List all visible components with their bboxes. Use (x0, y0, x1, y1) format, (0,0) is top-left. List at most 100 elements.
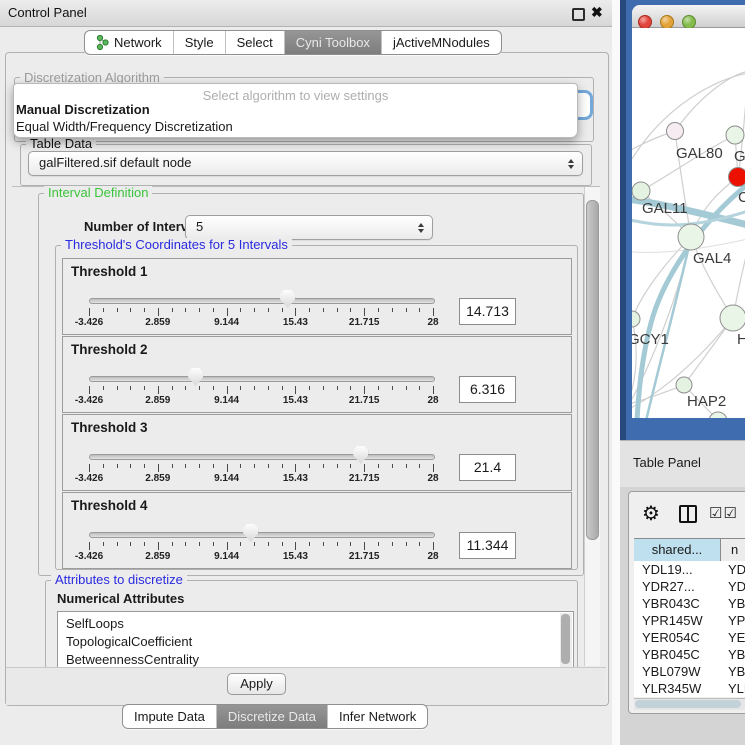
slider-tick (185, 542, 186, 546)
cell-shared-name[interactable]: YLR345W (642, 680, 701, 697)
list-scrollbar-thumb[interactable] (561, 614, 570, 664)
dropdown-option[interactable]: Manual Discretization (16, 102, 150, 117)
cell-name[interactable]: YER0 (728, 629, 745, 646)
vertical-scrollbar-thumb[interactable] (586, 200, 599, 540)
close-icon[interactable]: ✖ (591, 4, 603, 21)
table-row[interactable]: YLR345W YLR3 (634, 680, 745, 697)
attribute-list-item[interactable]: TopologicalCoefficient (66, 633, 192, 651)
tab-label: Infer Network (339, 705, 416, 728)
zoom-window-button[interactable] (682, 15, 696, 29)
threshold-panel: Threshold 3-3.4262.8599.14415.4321.71528… (62, 414, 572, 491)
network-canvas[interactable]: GAL80GACGAL11GAL4GCY1HHAP2 (632, 28, 745, 418)
network-node[interactable] (632, 182, 650, 200)
slider-tick (199, 542, 200, 546)
slider-tick (419, 542, 420, 546)
slider-tick (172, 308, 173, 312)
threshold-value-field[interactable]: 11.344 (459, 532, 516, 559)
slider-tick (392, 308, 393, 312)
table-row[interactable]: YBR043C YBR0 (634, 595, 745, 612)
slider-tick (130, 542, 131, 546)
table-row[interactable]: YER054C YER0 (634, 629, 745, 646)
cell-name[interactable]: YLR3 (728, 680, 745, 697)
cell-shared-name[interactable]: YBR045C (642, 646, 700, 663)
table-row[interactable]: YDR27... YDR2 (634, 578, 745, 595)
cell-name[interactable]: YPR1 (728, 612, 745, 629)
slider-thumb[interactable] (188, 368, 203, 386)
slider-tick (337, 542, 338, 546)
tab-cyni-toolbox[interactable]: Cyni Toolbox (284, 31, 381, 54)
column-header-shared-name[interactable]: shared... (634, 539, 721, 561)
slider-tick (406, 308, 407, 312)
apply-button[interactable]: Apply (227, 673, 286, 695)
numerical-attributes-list[interactable]: SelfLoopsTopologicalCoefficientBetweenne… (57, 611, 574, 669)
slider-thumb[interactable] (243, 524, 258, 542)
split-view-icon[interactable] (679, 505, 697, 523)
slider-tick (350, 386, 351, 390)
table-data-combobox[interactable]: galFiltered.sif default node (28, 151, 583, 176)
attribute-list-item[interactable]: SelfLoops (66, 615, 124, 633)
cell-shared-name[interactable]: YBL079W (642, 663, 701, 680)
slider-track[interactable] (89, 454, 435, 460)
tab-impute-data[interactable]: Impute Data (123, 705, 216, 728)
tab-label: Impute Data (134, 705, 205, 728)
tab-jactivemnodules[interactable]: jActiveMNodules (381, 31, 501, 54)
horizontal-scrollbar-track[interactable] (634, 698, 745, 710)
cell-shared-name[interactable]: YDR27... (642, 578, 695, 595)
table-row[interactable]: YBL079W YBL0 (634, 663, 745, 680)
slider-tick (378, 464, 379, 468)
threshold-value-field[interactable]: 14.713 (459, 298, 516, 325)
column-header-name[interactable]: n (721, 539, 745, 561)
tab-style[interactable]: Style (173, 31, 225, 54)
table-data-selected: galFiltered.sif default node (39, 152, 191, 174)
table-row[interactable]: YBR045C YBR0 (634, 646, 745, 663)
slider-tick-label: 2.859 (145, 473, 170, 484)
network-node[interactable] (676, 377, 692, 393)
slider-tick-label: -3.426 (75, 395, 103, 406)
cell-shared-name[interactable]: YPR145W (642, 612, 703, 629)
dropdown-option[interactable]: Equal Width/Frequency Discretization (16, 119, 233, 134)
network-node[interactable] (729, 168, 745, 187)
slider-track[interactable] (89, 376, 435, 382)
slider-thumb[interactable] (280, 290, 295, 308)
network-node[interactable] (632, 311, 640, 327)
cell-shared-name[interactable]: YBR043C (642, 595, 700, 612)
tab-select[interactable]: Select (225, 31, 284, 54)
slider-track[interactable] (89, 298, 435, 304)
network-node[interactable] (720, 305, 745, 331)
slider-tick (89, 542, 90, 550)
slider-tick (337, 308, 338, 312)
slider-tick (323, 386, 324, 390)
cell-name[interactable]: YBR0 (728, 646, 745, 663)
cell-name[interactable]: YDL1 (728, 561, 745, 578)
slider-tick (350, 308, 351, 312)
slider-tick (364, 464, 365, 472)
tab-discretize-data[interactable]: Discretize Data (216, 705, 327, 728)
horizontal-scrollbar-thumb[interactable] (635, 700, 741, 708)
float-window-icon[interactable] (572, 8, 585, 21)
threshold-value-field[interactable]: 21.4 (459, 454, 516, 481)
list-scrollbar[interactable] (560, 613, 572, 667)
cell-name[interactable]: YBR0 (728, 595, 745, 612)
cell-shared-name[interactable]: YER054C (642, 629, 700, 646)
network-node[interactable] (678, 224, 704, 250)
slider-track[interactable] (89, 532, 435, 538)
threshold-value-field[interactable]: 6.316 (459, 376, 516, 403)
minimize-window-button[interactable] (660, 15, 674, 29)
network-edge (641, 135, 735, 191)
cell-shared-name[interactable]: YDL19... (642, 561, 693, 578)
network-node[interactable] (726, 126, 744, 144)
cell-name[interactable]: YDR2 (728, 578, 745, 595)
close-window-button[interactable] (638, 15, 652, 29)
gear-icon[interactable]: ⚙ (642, 501, 660, 526)
column-checkboxes-icon[interactable]: ☑☑ (709, 504, 738, 522)
slider-thumb[interactable] (353, 446, 368, 464)
table-row[interactable]: YPR145W YPR1 (634, 612, 745, 629)
cell-name[interactable]: YBL0 (728, 663, 745, 680)
network-node[interactable] (667, 123, 684, 140)
table-row[interactable]: YDL19... YDL1 (634, 561, 745, 578)
slider-tick (350, 542, 351, 546)
tab-infer-network[interactable]: Infer Network (327, 705, 427, 728)
tab-network[interactable]: Network (85, 31, 173, 54)
network-window-titlebar[interactable] (632, 5, 745, 28)
slider-tick (144, 464, 145, 468)
